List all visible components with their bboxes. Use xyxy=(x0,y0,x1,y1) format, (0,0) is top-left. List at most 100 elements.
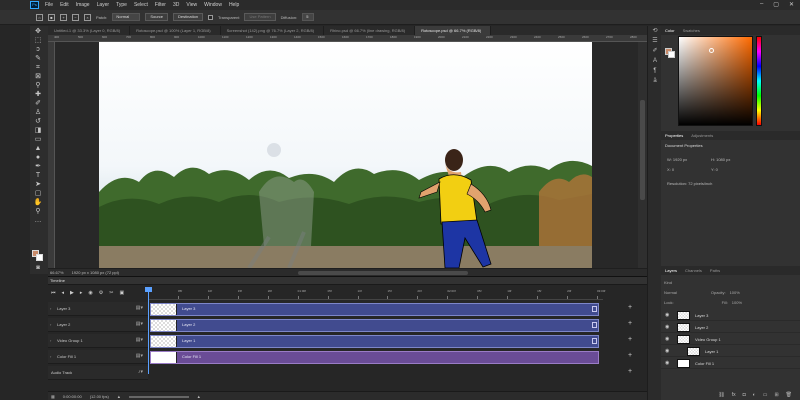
hand-tool-icon[interactable]: ✋ xyxy=(33,199,43,207)
timeline-convert-icon[interactable]: ▦ xyxy=(51,394,55,399)
timeline-ruler[interactable]: 0005f10f15f20f01:00f05f10f15f20f02:00f05… xyxy=(148,288,605,300)
play-icon[interactable]: ▶ xyxy=(70,290,74,296)
expand-arrow-icon[interactable]: › xyxy=(50,354,51,359)
diffusion-input[interactable]: 5 xyxy=(302,13,315,21)
document-info[interactable]: 1920 px x 1080 px (72 ppi) xyxy=(72,270,119,275)
minimize-icon[interactable]: – xyxy=(760,1,763,8)
zoom-level[interactable]: 66.67% xyxy=(50,270,64,275)
layer-row[interactable]: ◉ Color Fill 1 xyxy=(661,358,800,369)
frame-tool-icon[interactable]: ⊠ xyxy=(33,73,43,81)
visibility-eye-icon[interactable]: ◉ xyxy=(665,336,669,342)
menu-3d[interactable]: 3D xyxy=(173,2,179,8)
type-tool-icon[interactable]: T xyxy=(33,172,43,180)
properties-panel-icon[interactable]: ☰ xyxy=(648,36,662,46)
music-note-icon[interactable]: ♪▾ xyxy=(138,369,143,375)
tab-untitled-1[interactable]: Untitled-1 @ 33.3% (Layer 0, RGB/8) xyxy=(48,26,131,35)
timeline-track-label[interactable]: › Layer 3 ▤▾ xyxy=(48,302,148,316)
doc-height[interactable]: H: 1080 px xyxy=(711,157,730,162)
blend-mode-select[interactable]: Normal xyxy=(664,290,677,295)
playhead[interactable] xyxy=(148,290,149,374)
document-canvas[interactable] xyxy=(99,42,592,268)
crop-tool-icon[interactable]: ⌗ xyxy=(33,64,43,72)
quick-mask-icon[interactable]: ◙ xyxy=(33,264,43,272)
tab-properties[interactable]: Properties xyxy=(665,133,683,138)
patch-mode-select[interactable]: Normal xyxy=(112,13,141,21)
eraser-tool-icon[interactable]: ◨ xyxy=(33,127,43,135)
edit-toolbar-icon[interactable]: … xyxy=(33,217,43,225)
clip-end-handle[interactable] xyxy=(592,306,597,312)
tab-color[interactable]: Color xyxy=(665,28,675,33)
eyedropper-tool-icon[interactable]: ⚲ xyxy=(33,82,43,90)
intersect-selection-icon[interactable]: × xyxy=(84,13,91,21)
brush-settings-icon[interactable]: ✐ xyxy=(648,46,662,56)
layer-row[interactable]: ◉ Layer 3 xyxy=(661,310,800,321)
timeline-clip[interactable]: Layer 1 xyxy=(150,335,599,348)
tab-screenshot-142[interactable]: Screenshot (142).png @ 76.7% (Layer 2, R… xyxy=(221,26,325,35)
doc-y[interactable]: Y: 0 xyxy=(711,167,718,172)
clip-end-handle[interactable] xyxy=(592,322,597,328)
timeline-track-label[interactable]: › Layer 2 ▤▾ xyxy=(48,318,148,332)
adjustment-layer-icon[interactable]: ◐ xyxy=(753,392,756,398)
background-color-swatch[interactable] xyxy=(36,254,43,261)
subtract-selection-icon[interactable]: − xyxy=(72,13,79,21)
timeline-title[interactable]: Timeline xyxy=(50,278,65,283)
doc-x[interactable]: X: 0 xyxy=(667,167,674,172)
audio-icon[interactable]: ◉ xyxy=(88,290,92,296)
timeline-track-label[interactable]: › Video Group 1 ▤▾ xyxy=(48,334,148,348)
canvas-vertical-scrollbar[interactable] xyxy=(638,42,647,268)
tab-rotoscope-66[interactable]: Rotoscope.psd @ 66.7% (RGB/8) xyxy=(415,26,492,35)
new-layer-icon[interactable]: ⊞ xyxy=(774,392,778,398)
healing-tool-icon[interactable]: ✚ xyxy=(33,91,43,99)
clone-stamp-tool-icon[interactable]: ♙ xyxy=(33,109,43,117)
color-picker-field[interactable] xyxy=(678,36,753,126)
timeline-clip[interactable]: Color Fill 1 xyxy=(150,351,599,364)
lasso-tool-icon[interactable]: ↄ xyxy=(33,46,43,54)
canvas-horizontal-scrollbar[interactable] xyxy=(298,271,468,275)
audio-track-label[interactable]: Audio Track ♪▾ xyxy=(48,366,148,380)
opacity-value[interactable]: 100% xyxy=(730,290,740,295)
add-media-icon[interactable]: + xyxy=(628,352,632,359)
close-icon[interactable]: ✕ xyxy=(789,1,794,8)
add-media-icon[interactable]: + xyxy=(628,336,632,343)
tab-paths[interactable]: Paths xyxy=(710,268,720,273)
tab-swatches[interactable]: Swatches xyxy=(683,28,700,33)
menu-edit[interactable]: Edit xyxy=(60,2,69,8)
tab-adjustments[interactable]: Adjustments xyxy=(691,133,713,138)
expand-arrow-icon[interactable]: › xyxy=(50,322,51,327)
visibility-eye-icon[interactable]: ◉ xyxy=(665,360,669,366)
timeline-clip[interactable]: Layer 3 xyxy=(150,303,599,316)
visibility-eye-icon[interactable]: ◉ xyxy=(665,324,669,330)
destination-button[interactable]: Destination xyxy=(173,13,204,21)
menu-view[interactable]: View xyxy=(186,2,197,8)
zoom-in-icon[interactable]: ▲ xyxy=(197,394,201,399)
menu-image[interactable]: Image xyxy=(76,2,90,8)
settings-gear-icon[interactable]: ⚙ xyxy=(99,290,103,296)
layer-filter-kind[interactable]: Kind xyxy=(664,280,672,285)
playhead-handle[interactable] xyxy=(145,287,152,292)
new-group-icon[interactable]: ▭ xyxy=(763,392,768,398)
menu-type[interactable]: Type xyxy=(116,2,127,8)
timeline-zoom-slider[interactable] xyxy=(128,395,189,398)
pen-tool-icon[interactable]: ✒ xyxy=(33,163,43,171)
delete-layer-icon[interactable]: 🗑 xyxy=(786,392,792,398)
first-frame-icon[interactable]: ⏮ xyxy=(51,290,56,296)
hue-slider[interactable] xyxy=(756,36,762,126)
tab-channels[interactable]: Channels xyxy=(685,268,702,273)
tab-rhino[interactable]: Rhino.psd @ 66.7% (line drawing, RGB/8) xyxy=(324,26,416,35)
glyphs-panel-icon[interactable]: ä xyxy=(648,76,662,86)
patch-tool-preset-icon[interactable]: ⌂ xyxy=(36,13,43,21)
prev-frame-icon[interactable]: ◂ xyxy=(62,290,65,296)
film-icon[interactable]: ▤▾ xyxy=(136,321,143,327)
layer-row[interactable]: ◉ Layer 1 xyxy=(661,346,800,357)
add-media-icon[interactable]: + xyxy=(628,320,632,327)
brush-tool-icon[interactable]: ✐ xyxy=(33,100,43,108)
background-swatch[interactable] xyxy=(668,51,675,58)
film-icon[interactable]: ▤▾ xyxy=(136,305,143,311)
visibility-eye-icon[interactable]: ◉ xyxy=(665,348,669,354)
doc-width[interactable]: W: 1920 px xyxy=(667,157,687,162)
source-button[interactable]: Source xyxy=(145,13,169,21)
layer-style-icon[interactable]: fx xyxy=(732,392,736,398)
zoom-out-icon[interactable]: ▲ xyxy=(117,394,121,399)
shape-tool-icon[interactable]: ▢ xyxy=(33,190,43,198)
timeline-track-label[interactable]: › Color Fill 1 ▤▾ xyxy=(48,350,148,364)
